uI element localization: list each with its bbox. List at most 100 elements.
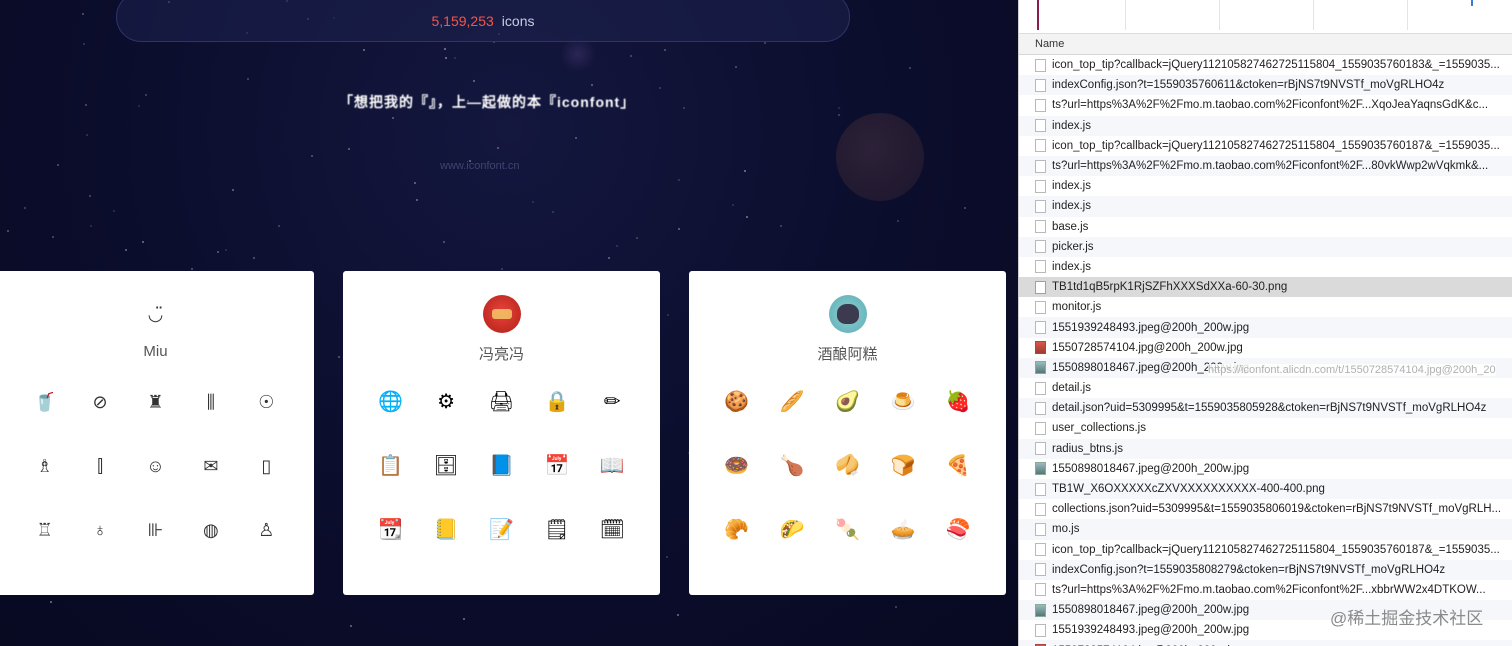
pencil-ruler-icon[interactable]: ✏ — [585, 387, 640, 417]
brush-set-icon[interactable]: ⊪ — [128, 515, 183, 545]
perfume-brush-icon[interactable]: ♗ — [17, 451, 72, 481]
nail-icon[interactable]: ♁ — [72, 515, 127, 545]
request-row[interactable]: 1551939248493.jpeg@200h_200w.jpg — [1019, 317, 1512, 338]
chicken-leg-icon[interactable]: 🍗 — [764, 451, 819, 481]
request-row[interactable]: icon_top_tip?callback=jQuery112105827462… — [1019, 55, 1512, 75]
request-row[interactable]: picker.js — [1019, 236, 1512, 257]
watermark: @稀土掘金技术社区 — [1330, 609, 1484, 628]
lotion-bottle-icon[interactable]: ♜ — [128, 387, 183, 417]
request-name: icon_top_tip?callback=jQuery112105827462… — [1052, 59, 1500, 72]
envelope-icon[interactable]: ✉ — [183, 451, 238, 481]
gear-wrench-icon[interactable]: ⚙ — [418, 387, 473, 417]
makeup-compact-icon[interactable]: ⊘ — [72, 387, 127, 417]
request-row[interactable]: mo.js — [1019, 519, 1512, 540]
sushi-icon[interactable]: 🍣 — [931, 515, 986, 545]
cosmetics-icon[interactable]: ⫼ — [183, 387, 238, 417]
request-row[interactable]: icon_top_tip?callback=jQuery112105827462… — [1019, 540, 1512, 560]
eyeshadow-icon[interactable]: ◍ — [183, 515, 238, 545]
request-row[interactable]: ts?url=https%3A%2F%2Fmo.m.taobao.com%2Fi… — [1019, 155, 1512, 177]
cat-avatar — [828, 295, 867, 333]
cookie-icon[interactable]: 🍪 — [709, 387, 764, 417]
request-row[interactable]: user_collections.js — [1019, 418, 1512, 438]
baguette-icon[interactable]: 🥐 — [709, 515, 764, 545]
request-row[interactable]: icon_top_tip?callback=jQuery112105827462… — [1019, 136, 1512, 156]
star — [416, 199, 418, 201]
avocado-icon[interactable]: 🥑 — [820, 387, 875, 417]
request-row[interactable]: indexConfig.json?t=1559035760611&ctoken=… — [1019, 75, 1512, 96]
request-row[interactable]: collections.json?uid=5309995&t=155903580… — [1019, 499, 1512, 519]
request-name: 1550728574104.jpg@200h_200w.jpg — [1052, 341, 1243, 354]
star — [278, 225, 280, 227]
request-row[interactable]: TB1W_X6OXXXXXcZXVXXXXXXXXXX-400-400.png — [1019, 478, 1512, 500]
request-row[interactable]: index.js — [1019, 115, 1512, 136]
calendar-5-icon[interactable]: 📆 — [363, 515, 418, 545]
address-book-icon[interactable]: 📒 — [418, 515, 473, 545]
image-file-icon — [1035, 280, 1046, 294]
strawberry-icon[interactable]: 🍓 — [931, 387, 986, 417]
request-row[interactable]: monitor.js — [1019, 297, 1512, 317]
open-book-icon[interactable]: 📖 — [585, 451, 640, 481]
icon-count: 5,159,253 — [431, 13, 494, 29]
column-header-name[interactable]: Name — [1019, 34, 1512, 55]
icon-count-banner[interactable]: 5,159,253 icons — [116, 0, 850, 42]
bottle-icon[interactable]: ♖ — [17, 515, 72, 545]
file-icon — [1035, 240, 1046, 254]
phone-icon[interactable]: ▯ — [239, 451, 294, 481]
checklist-icon[interactable]: 📝 — [474, 515, 529, 545]
pizza-icon[interactable]: 🍕 — [931, 451, 986, 481]
pudding-icon[interactable]: 🍮 — [875, 387, 930, 417]
iconfont-site: 5,159,253 icons 「想把我的『』，上—起做的本『iconfont」… — [0, 0, 1018, 646]
safe-icon[interactable]: 🗄 — [418, 451, 473, 481]
star — [191, 268, 193, 270]
request-row[interactable]: ts?url=https%3A%2F%2Fmo.m.taobao.com%2Fi… — [1019, 580, 1512, 600]
collection-card-miu[interactable]: ◡̈ Miu 🥤 ⊘ ♜ ⫼ ☉ ♗ ⫿ ☺ ✉ ▯ ♖ ♁ ⊪ ◍ ♙ — [0, 271, 314, 595]
star — [895, 606, 897, 608]
star — [348, 148, 350, 150]
mirror-icon[interactable]: ☉ — [239, 387, 294, 417]
request-row[interactable]: index.js — [1019, 176, 1512, 196]
taco-icon[interactable]: 🌮 — [764, 515, 819, 545]
notepad-pen-icon[interactable]: 🗒 — [529, 515, 584, 545]
lock-icon[interactable]: 🔒 — [529, 387, 584, 417]
star — [608, 257, 610, 259]
image-file-icon — [1035, 603, 1046, 617]
donut-icon[interactable]: 🍩 — [709, 451, 764, 481]
toast-icon[interactable]: 🍞 — [875, 451, 930, 481]
request-row[interactable]: ts?url=https%3A%2F%2Fmo.m.taobao.com%2Fi… — [1019, 95, 1512, 115]
perfume-icon[interactable]: ♙ — [239, 515, 294, 545]
star — [338, 356, 340, 358]
collection-card-fengliangfeng[interactable]: 冯亮冯 🌐 ⚙ 🖨 🔒 ✏ 📋 🗄 📘 📅 📖 📆 📒 📝 🗒 🗓 — [343, 271, 660, 595]
cup-icon[interactable]: 🥤 — [17, 387, 72, 417]
request-row[interactable]: TB1td1qB5rpK1RjSZFhXXXSdXXa-60-30.png — [1019, 277, 1512, 298]
request-row[interactable]: index.js — [1019, 196, 1512, 217]
collection-card-jiuniang[interactable]: 酒酿阿糕 🍪 🥖 🥑 🍮 🍓 🍩 🍗 🥠 🍞 🍕 🥐 🌮 🍡 🥧 🍣 — [689, 271, 1006, 595]
brushes-icon[interactable]: ⫿ — [72, 451, 127, 481]
bread-roll-icon[interactable]: 🥖 — [764, 387, 819, 417]
star — [247, 78, 249, 80]
request-row[interactable]: indexConfig.json?t=1559035808279&ctoken=… — [1019, 559, 1512, 580]
printer-icon[interactable]: 🖨 — [474, 387, 529, 417]
clipboard-list-icon[interactable]: 📋 — [363, 451, 418, 481]
star — [463, 618, 465, 620]
globe-pencil-icon[interactable]: 🌐 — [363, 387, 418, 417]
star — [7, 230, 9, 232]
face-icon[interactable]: ☺ — [128, 451, 183, 481]
request-row[interactable]: detail.json?uid=5309995&t=1559035805928&… — [1019, 398, 1512, 419]
star — [253, 257, 255, 259]
request-row[interactable]: 1550898018467.jpeg@200h_200w.jpg — [1019, 459, 1512, 479]
calendar-25-icon[interactable]: 📅 — [529, 451, 584, 481]
calendar-17-icon[interactable]: 🗓 — [585, 515, 640, 545]
request-row[interactable]: 1550728574104.jpg@200h_200w.jpg — [1019, 338, 1512, 358]
request-row[interactable]: base.js — [1019, 217, 1512, 237]
pie-icon[interactable]: 🥧 — [875, 515, 930, 545]
star — [50, 601, 52, 603]
star — [454, 57, 456, 59]
request-row[interactable]: index.js — [1019, 257, 1512, 277]
popsicle-icon[interactable]: 🍡 — [820, 515, 875, 545]
network-timeline[interactable] — [1019, 0, 1512, 34]
request-row[interactable]: radius_btns.js — [1019, 438, 1512, 459]
notebook-blue-icon[interactable]: 📘 — [474, 451, 529, 481]
request-row[interactable]: 1550728574104.jpg@200h_200w.jpg — [1019, 640, 1512, 646]
cracker-icon[interactable]: 🥠 — [820, 451, 875, 481]
request-row[interactable]: detail.js — [1019, 378, 1512, 398]
